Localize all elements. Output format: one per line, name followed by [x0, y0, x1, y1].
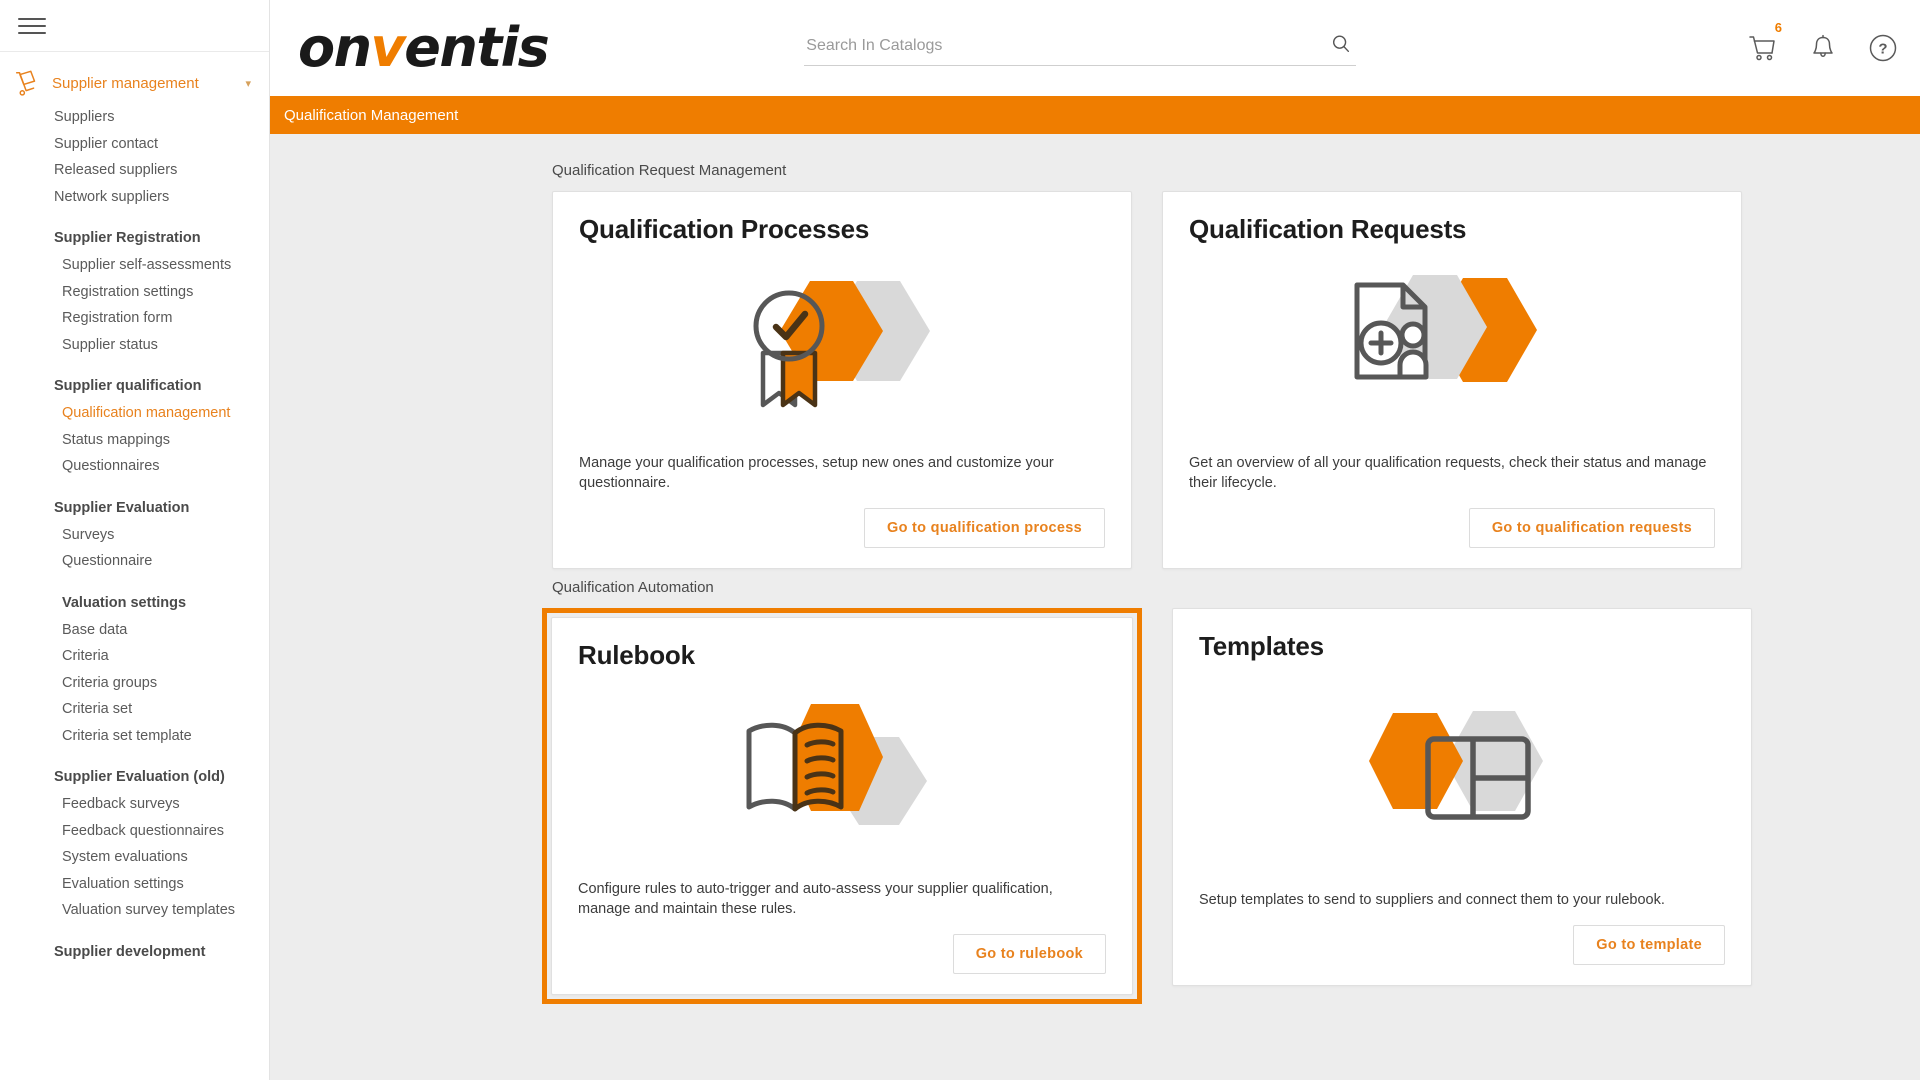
sidebar-item-status-mappings[interactable]: Status mappings — [0, 427, 269, 454]
section-qualification-automation: Qualification Automation Rulebook Configu… — [270, 579, 1920, 1004]
sidebar-group-supplier-evaluation: Supplier Evaluation — [0, 492, 269, 522]
sidebar-group-valuation-settings: Valuation settings — [0, 587, 269, 617]
nav-spacer — [0, 358, 269, 370]
card-title: Templates — [1199, 631, 1725, 662]
main-area: onventis 6 — [270, 0, 1920, 1080]
card-description: Manage your qualification processes, set… — [579, 453, 1105, 494]
sidebar: Supplier management ▾ SuppliersSupplier … — [0, 0, 270, 1080]
card-description: Get an overview of all your qualificatio… — [1189, 453, 1715, 494]
sidebar-item-questionnaire[interactable]: Questionnaire — [0, 548, 269, 575]
card-row: Qualification Processes Manage your qual… — [270, 191, 1920, 569]
card-illustration — [578, 675, 1106, 879]
sidebar-item-criteria-set-template[interactable]: Criteria set template — [0, 723, 269, 750]
sidebar-item-supplier-management[interactable]: Supplier management ▾ — [0, 62, 269, 104]
sidebar-group-supplier-development: Supplier development — [0, 936, 269, 966]
svg-text:?: ? — [1878, 41, 1887, 58]
section-label: Qualification Request Management — [270, 162, 1920, 179]
sidebar-item-base-data[interactable]: Base data — [0, 617, 269, 644]
rulebook-open-book-illustration — [735, 699, 950, 854]
sidebar-item-supplier-contact[interactable]: Supplier contact — [0, 131, 269, 158]
sidebar-group-supplier-evaluation-old: Supplier Evaluation (old) — [0, 761, 269, 791]
notification-bell-icon[interactable] — [1810, 34, 1836, 62]
nav-spacer — [0, 924, 269, 936]
chevron-down-icon[interactable]: ▾ — [245, 77, 255, 90]
sidebar-item-suppliers[interactable]: Suppliers — [0, 104, 269, 131]
button-go-to-qualification-process[interactable]: Go to qualification process — [864, 508, 1105, 548]
onventis-logo: onventis — [298, 21, 548, 75]
card-slot: Qualification Requests Get an overview o… — [1162, 191, 1742, 569]
qualification-request-document-illustration — [1345, 273, 1560, 428]
button-go-to-template[interactable]: Go to template — [1573, 925, 1725, 965]
logo-part-entis: entis — [404, 16, 548, 79]
search-icon[interactable] — [1330, 33, 1352, 55]
sidebar-group-supplier-registration: Supplier Registration — [0, 222, 269, 252]
sidebar-item-criteria-set[interactable]: Criteria set — [0, 696, 269, 723]
app-root: Supplier management ▾ SuppliersSupplier … — [0, 0, 1920, 1080]
page-title: Qualification Management — [284, 107, 458, 124]
sidebar-item-qualification-management[interactable]: Qualification management — [0, 400, 269, 427]
button-go-to-rulebook[interactable]: Go to rulebook — [953, 934, 1106, 974]
card-highlight-frame: Rulebook Configure rules to auto-trigger… — [542, 608, 1142, 1004]
top-bar-actions: 6 ? JG — [1748, 31, 1920, 65]
section-label: Qualification Automation — [270, 579, 1920, 596]
sidebar-item-supplier-status[interactable]: Supplier status — [0, 332, 269, 359]
card-actions: Go to qualification process — [579, 508, 1105, 548]
shopping-cart-icon[interactable]: 6 — [1748, 34, 1778, 62]
sidebar-item-evaluation-settings[interactable]: Evaluation settings — [0, 871, 269, 898]
hand-truck-icon — [12, 68, 42, 98]
card-actions: Go to qualification requests — [1189, 508, 1715, 548]
button-go-to-qualification-requests[interactable]: Go to qualification requests — [1469, 508, 1715, 548]
section-qualification-request-management: Qualification Request Management Qualific… — [270, 162, 1920, 569]
logo-part-v: v — [371, 16, 405, 79]
card-qualification-requests: Qualification Requests Get an overview o… — [1162, 191, 1742, 569]
help-question-icon[interactable]: ? — [1868, 33, 1898, 63]
content-area: Qualification Request Management Qualific… — [270, 134, 1920, 1080]
card-templates: Templates Setup templates to send to sup… — [1172, 608, 1752, 986]
logo-part-on: on — [298, 16, 371, 79]
qualification-process-badge-illustration — [735, 273, 950, 428]
sidebar-item-feedback-surveys[interactable]: Feedback surveys — [0, 791, 269, 818]
card-description: Configure rules to auto-trigger and auto… — [578, 879, 1106, 920]
sidebar-item-criteria-groups[interactable]: Criteria groups — [0, 670, 269, 697]
sidebar-group-supplier-qualification: Supplier qualification — [0, 370, 269, 400]
card-illustration — [1189, 249, 1715, 453]
card-title: Qualification Processes — [579, 214, 1105, 245]
card-actions: Go to rulebook — [578, 934, 1106, 974]
card-title: Rulebook — [578, 640, 1106, 671]
sidebar-item-criteria[interactable]: Criteria — [0, 643, 269, 670]
sidebar-item-surveys[interactable]: Surveys — [0, 522, 269, 549]
card-qualification-processes: Qualification Processes Manage your qual… — [552, 191, 1132, 569]
sidebar-nav: Supplier management ▾ SuppliersSupplier … — [0, 52, 269, 1080]
card-title: Qualification Requests — [1189, 214, 1715, 245]
card-illustration — [1199, 666, 1725, 890]
sidebar-item-registration-settings[interactable]: Registration settings — [0, 279, 269, 306]
sidebar-item-questionnaires[interactable]: Questionnaires — [0, 453, 269, 480]
card-slot: Qualification Processes Manage your qual… — [552, 191, 1132, 569]
sidebar-item-system-evaluations[interactable]: System evaluations — [0, 844, 269, 871]
sidebar-header — [0, 0, 269, 52]
sidebar-item-feedback-questionnaires[interactable]: Feedback questionnaires — [0, 818, 269, 845]
card-actions: Go to template — [1199, 925, 1725, 965]
sidebar-item-released-suppliers[interactable]: Released suppliers — [0, 157, 269, 184]
search-input[interactable] — [804, 31, 1356, 66]
card-rulebook: Rulebook Configure rules to auto-trigger… — [551, 617, 1133, 995]
catalog-search — [804, 31, 1356, 66]
top-bar: onventis 6 — [270, 0, 1920, 96]
sidebar-item-registration-form[interactable]: Registration form — [0, 305, 269, 332]
sidebar-item-valuation-survey-templates[interactable]: Valuation survey templates — [0, 897, 269, 924]
sidebar-item-supplier-self-assessments[interactable]: Supplier self-assessments — [0, 252, 269, 279]
templates-grid-illustration — [1355, 701, 1570, 856]
hamburger-menu-icon[interactable] — [18, 16, 46, 36]
sidebar-item-network-suppliers[interactable]: Network suppliers — [0, 184, 269, 211]
nav-spacer — [0, 210, 269, 222]
sidebar-root-label: Supplier management — [52, 75, 235, 92]
nav-spacer — [0, 575, 269, 587]
card-description: Setup templates to send to suppliers and… — [1199, 890, 1725, 911]
nav-spacer — [0, 749, 269, 761]
nav-spacer — [0, 480, 269, 492]
card-slot: Templates Setup templates to send to sup… — [1172, 608, 1752, 1004]
card-illustration — [579, 249, 1105, 453]
card-row: Rulebook Configure rules to auto-trigger… — [270, 608, 1920, 1004]
page-title-bar: Qualification Management — [270, 96, 1920, 134]
